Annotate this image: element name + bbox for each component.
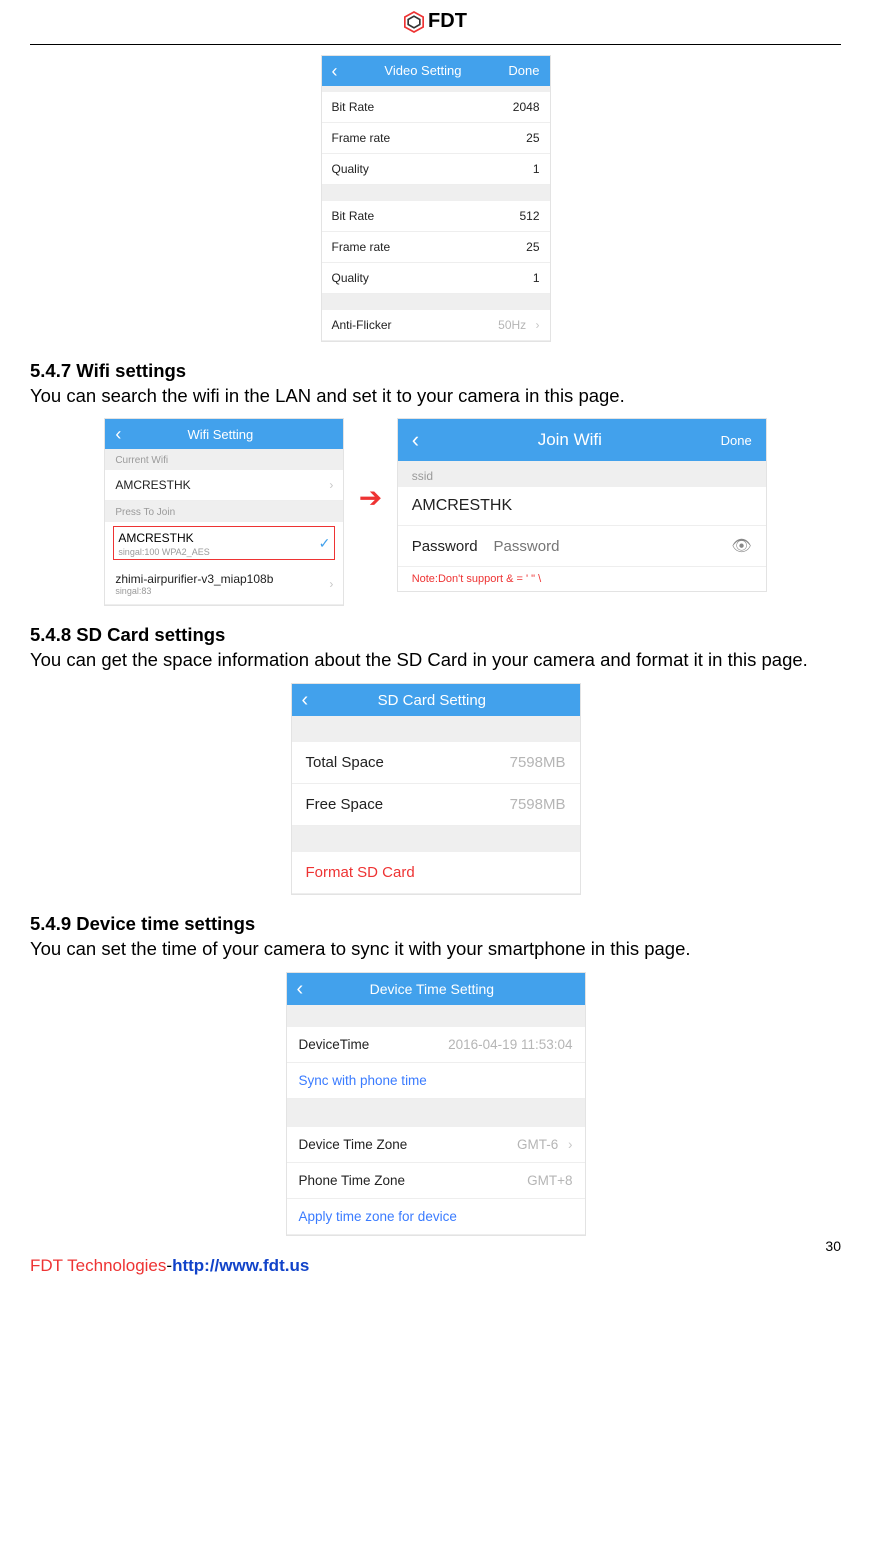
label-current-wifi: Current Wifi (105, 449, 343, 470)
body-547: You can search the wifi in the LAN and s… (30, 384, 841, 409)
label-press-to-join: Press To Join (105, 501, 343, 522)
navbar-title: Video Setting (338, 63, 509, 78)
navbar-title: Device Time Setting (303, 981, 560, 997)
panel-wifi-setting: ‹ Wifi Setting Current Wifi AMCRESTHK › … (104, 418, 344, 606)
navbar-wifi-setting: ‹ Wifi Setting (105, 419, 343, 449)
navbar-sdcard: ‹ SD Card Setting (292, 684, 580, 716)
navbar-title: Join Wifi (419, 430, 721, 450)
navbar-device-time: ‹ Device Time Setting (287, 973, 585, 1005)
back-icon[interactable]: ‹ (297, 979, 304, 999)
chevron-right-icon: › (536, 318, 540, 332)
wifi-option-selected[interactable]: AMCRESTHK singal:100 WPA2_AES ✓ (113, 526, 335, 560)
navbar-title: Wifi Setting (121, 427, 319, 442)
check-icon: ✓ (319, 535, 331, 552)
row-total-space: Total Space 7598MB (292, 742, 580, 784)
arrow-right-icon: ➔ (359, 418, 382, 578)
navbar-join-wifi: ‹ Join Wifi Done (398, 419, 766, 461)
panel-device-time: ‹ Device Time Setting DeviceTime 2016-04… (286, 972, 586, 1236)
navbar-title: SD Card Setting (308, 692, 555, 709)
heading-548: 5.4.8 SD Card settings (30, 624, 841, 646)
row-password[interactable]: Password 👁 (398, 526, 766, 567)
row-framerate-sub[interactable]: Frame rate 25 (322, 232, 550, 263)
doc-footer: FDT Technologies-http://www.fdt.us (30, 1256, 841, 1276)
label-ssid: ssid (398, 461, 766, 487)
row-anti-flicker[interactable]: Anti-Flicker 50Hz › (322, 310, 550, 341)
section-547: 5.4.7 Wifi settings You can search the w… (30, 360, 841, 409)
eye-icon[interactable]: 👁 (731, 536, 751, 556)
body-548: You can get the space information about … (30, 648, 841, 673)
row-phone-tz: Phone Time Zone GMT+8 (287, 1163, 585, 1199)
row-current-wifi[interactable]: AMCRESTHK › (105, 470, 343, 501)
apply-tz-button[interactable]: Apply time zone for device (287, 1199, 585, 1235)
wifi-option-other[interactable]: zhimi-airpurifier-v3_miap108b singal:83 … (105, 564, 343, 605)
row-bitrate-main[interactable]: Bit Rate 2048 (322, 92, 550, 123)
hexagon-icon (404, 11, 424, 33)
back-icon[interactable]: ‹ (302, 690, 309, 710)
heading-549: 5.4.9 Device time settings (30, 913, 841, 935)
chevron-right-icon: › (329, 478, 333, 492)
format-sd-button[interactable]: Format SD Card (292, 852, 580, 894)
doc-header: FDT (30, 0, 841, 45)
row-free-space: Free Space 7598MB (292, 784, 580, 826)
page-number: 30 (825, 1238, 841, 1254)
section-548: 5.4.8 SD Card settings You can get the s… (30, 624, 841, 673)
row-device-time: DeviceTime 2016-04-19 11:53:04 (287, 1027, 585, 1063)
figure-wifi: ‹ Wifi Setting Current Wifi AMCRESTHK › … (30, 418, 841, 606)
body-549: You can set the time of your camera to s… (30, 937, 841, 962)
back-icon[interactable]: ‹ (412, 429, 419, 451)
figure-sdcard: ‹ SD Card Setting Total Space 7598MB Fre… (30, 683, 841, 895)
done-button[interactable]: Done (508, 63, 539, 78)
row-device-tz[interactable]: Device Time Zone GMT-6 › (287, 1127, 585, 1163)
navbar-video-setting: ‹ Video Setting Done (322, 56, 550, 86)
chevron-right-icon: › (568, 1137, 573, 1152)
panel-video-setting: ‹ Video Setting Done Bit Rate 2048 Frame… (321, 55, 551, 342)
panel-join-wifi: ‹ Join Wifi Done ssid AMCRESTHK Password… (397, 418, 767, 592)
done-button[interactable]: Done (721, 433, 752, 448)
panel-sdcard: ‹ SD Card Setting Total Space 7598MB Fre… (291, 683, 581, 895)
figure-device-time: ‹ Device Time Setting DeviceTime 2016-04… (30, 972, 841, 1236)
brand-text: FDT (428, 10, 467, 33)
password-input[interactable] (494, 538, 654, 555)
brand-logo: FDT (404, 10, 467, 33)
row-ssid-value: AMCRESTHK (398, 487, 766, 526)
footer-url[interactable]: http://www.fdt.us (172, 1256, 309, 1275)
sync-phone-time-button[interactable]: Sync with phone time (287, 1063, 585, 1099)
heading-547: 5.4.7 Wifi settings (30, 360, 841, 382)
row-framerate-main[interactable]: Frame rate 25 (322, 123, 550, 154)
row-quality-main[interactable]: Quality 1 (322, 154, 550, 185)
footer-company: FDT Technologies (30, 1256, 166, 1275)
chevron-right-icon: › (329, 577, 333, 591)
password-note: Note:Don't support & = ' " \ (398, 567, 766, 591)
row-bitrate-sub[interactable]: Bit Rate 512 (322, 201, 550, 232)
section-549: 5.4.9 Device time settings You can set t… (30, 913, 841, 962)
row-quality-sub[interactable]: Quality 1 (322, 263, 550, 294)
figure-video-setting: ‹ Video Setting Done Bit Rate 2048 Frame… (30, 55, 841, 342)
